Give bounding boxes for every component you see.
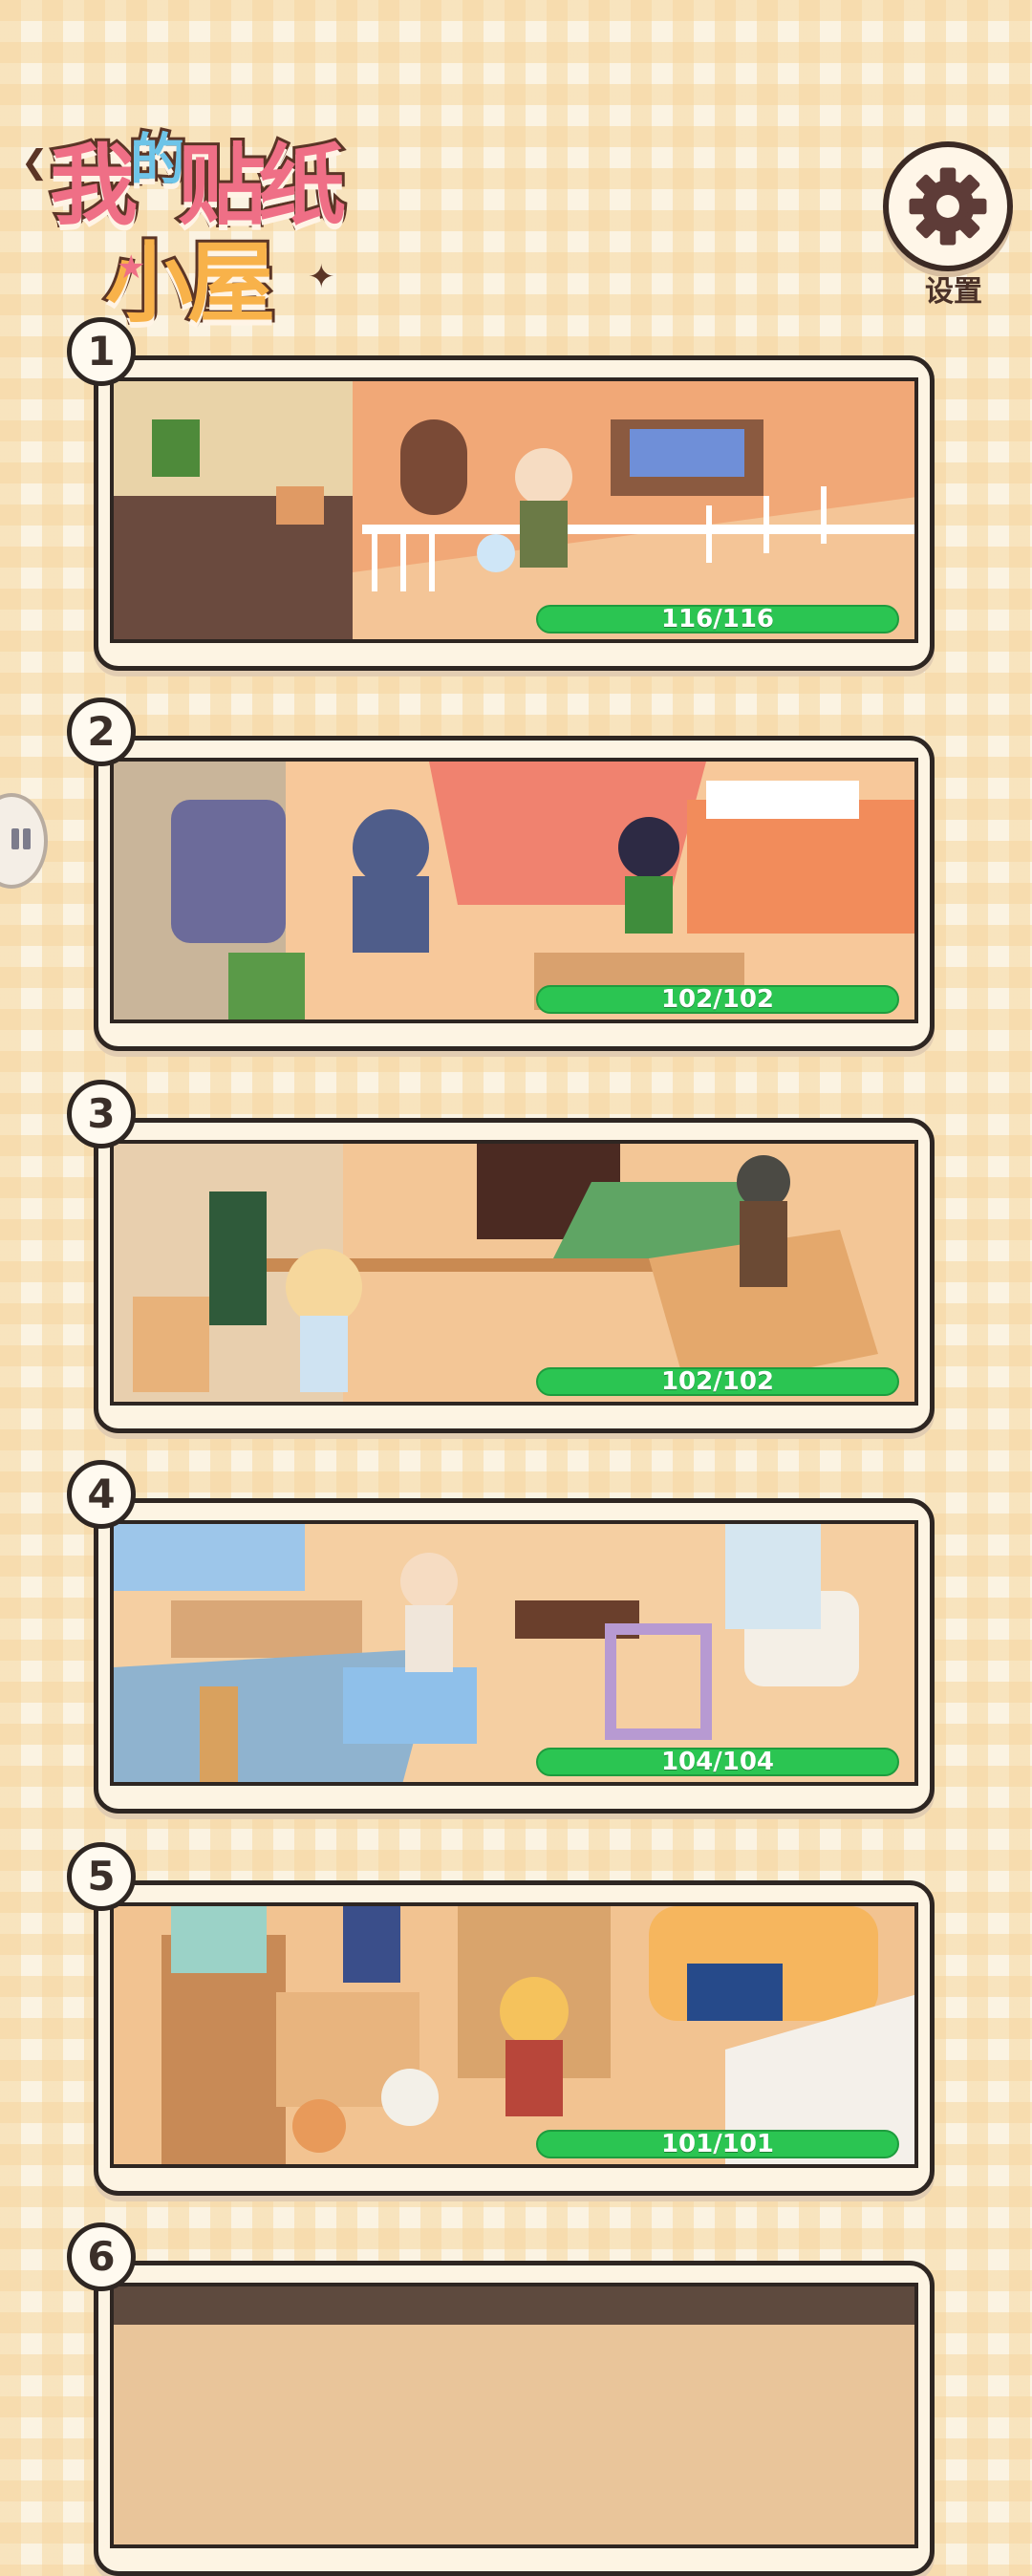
- room-progress-2: 102/102: [536, 985, 899, 1014]
- settings-label: 设置: [925, 275, 982, 309]
- room-card-5[interactable]: 101/101: [94, 1880, 935, 2196]
- room-card-2[interactable]: 102/102: [94, 736, 935, 1051]
- side-floating-button[interactable]: [0, 793, 48, 889]
- logo-sparkle: ✦: [308, 258, 335, 296]
- logo-bracket-left: ❮: [21, 143, 49, 182]
- room-number-3: 3: [67, 1080, 136, 1148]
- room-illustration-3: 102/102: [110, 1140, 918, 1406]
- room-number-2: 2: [67, 698, 136, 766]
- room-card-3[interactable]: 102/102: [94, 1118, 935, 1433]
- room-card-1[interactable]: 116/116: [94, 355, 935, 671]
- room-card-4[interactable]: 104/104: [94, 1498, 935, 1814]
- room-progress-1: 116/116: [536, 605, 899, 633]
- logo-star: ★: [117, 248, 146, 287]
- room-card-6[interactable]: [94, 2261, 935, 2576]
- room-progress-3: 102/102: [536, 1367, 899, 1396]
- room-number-5: 5: [67, 1842, 136, 1911]
- room-progress-5: 101/101: [536, 2130, 899, 2158]
- gear-icon: [909, 167, 987, 246]
- room-number-1: 1: [67, 317, 136, 386]
- room-number-6: 6: [67, 2222, 136, 2291]
- room-illustration-1: 116/116: [110, 377, 918, 643]
- room-illustration-2: 102/102: [110, 758, 918, 1023]
- room-progress-4: 104/104: [536, 1748, 899, 1776]
- room-illustration-5: 101/101: [110, 1902, 918, 2168]
- game-logo: 我的贴纸 小屋 ❮ ✦ ★: [21, 115, 384, 337]
- room-illustration-4: 104/104: [110, 1520, 918, 1786]
- settings-button[interactable]: [883, 141, 1013, 271]
- room-illustration-6: [110, 2283, 918, 2548]
- pause-icon: [8, 828, 31, 853]
- room-number-4: 4: [67, 1460, 136, 1529]
